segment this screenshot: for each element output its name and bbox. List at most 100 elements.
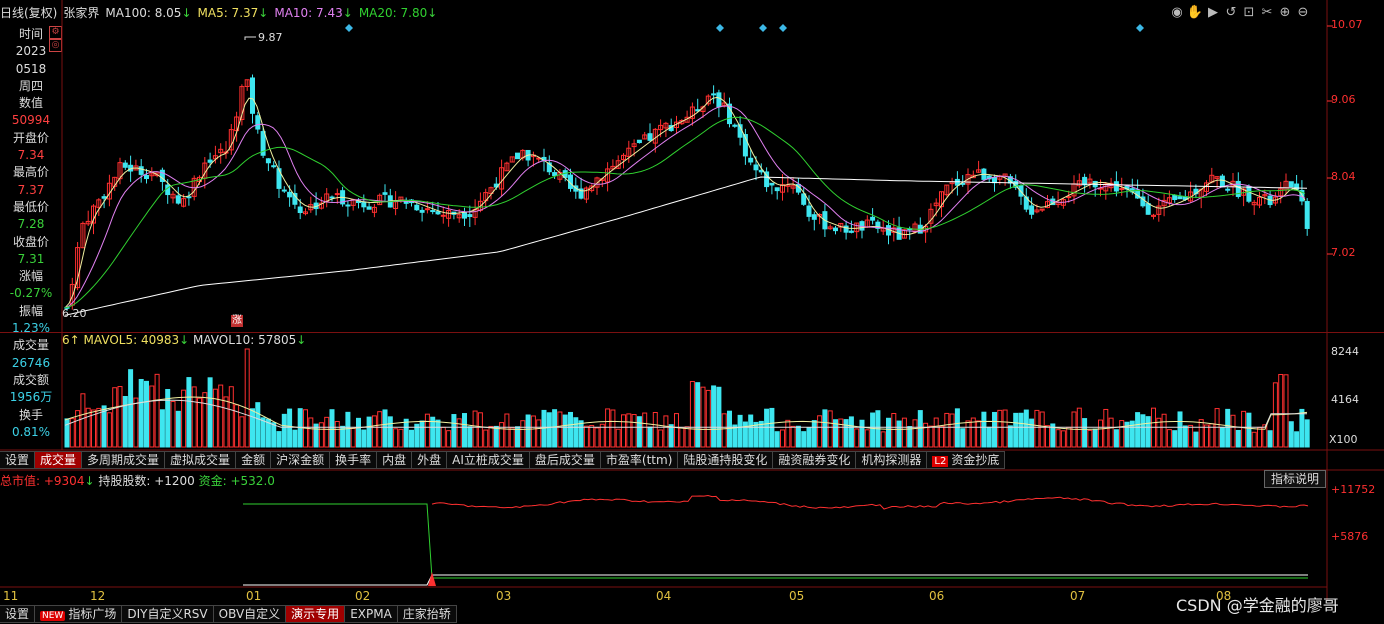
volume-bar [334,420,340,448]
volume-bar [64,418,70,448]
volume-bar [197,397,202,448]
volume-bar [700,386,706,448]
tab-0[interactable]: 设置 [0,605,36,623]
volume-bar [324,416,330,448]
candle-body [1029,205,1035,215]
month-label: 12 [90,589,106,603]
tab-15[interactable]: L2 资金抄底 [927,451,1006,469]
low-price-label: 6.20 [62,307,87,320]
month-label: 05 [789,589,805,603]
volume-bar [578,420,584,448]
main-chart[interactable] [0,0,1384,623]
tab-label: 陆股通持股变化 [683,453,768,467]
volume-bar [467,426,473,448]
tab-label: 资金抄底 [951,453,1000,467]
volume-bar [790,425,796,448]
volume-bar [880,431,886,448]
tab-5[interactable]: 沪深金额 [271,451,331,469]
tab-11[interactable]: 市盈率(ttm) [600,451,679,469]
volume-bar [1098,419,1103,448]
badge: NEW [40,611,66,621]
volume-bar [212,388,218,448]
tab-1[interactable]: 成交量 [35,451,83,469]
volume-bar [1034,409,1040,448]
volume-bar [695,382,701,448]
tab-label: 设置 [5,453,30,467]
volume-bar [822,409,828,448]
tab-3[interactable]: 虚拟成交量 [165,451,237,469]
signal-diamond [716,24,724,32]
candle-body [467,214,473,218]
tab-label: 市盈率(ttm) [605,453,673,467]
volume-bar [462,413,467,448]
volume-bar [626,413,632,448]
tab-13[interactable]: 融资融券变化 [773,451,857,469]
volume-bar [848,416,854,448]
tab-4[interactable]: 演示专用 [286,605,346,623]
watermark: CSDN @学金融的廖哥 [1176,596,1339,615]
indicator-explain-button[interactable]: 指标说明 [1264,470,1327,488]
volume-bar [1225,408,1231,448]
volume-bar [1055,429,1061,448]
candle-body [435,211,441,215]
volume-bar [557,411,563,448]
month-label: 06 [929,589,945,603]
volume-bar [149,385,155,448]
tab-2[interactable]: DIY自定义RSV [122,605,214,623]
tab-1[interactable]: NEW 指标广场 [35,605,123,623]
tab-3[interactable]: OBV自定义 [213,605,287,623]
price-axis-tick: 8.04 [1331,170,1356,183]
tab-2[interactable]: 多周期成交量 [82,451,166,469]
volume-bar [721,413,727,448]
candle-body [1113,181,1119,192]
volume-bar [594,427,600,448]
volume-bar [1172,430,1178,448]
shares-readout: 持股股数: +1200 [98,474,195,488]
volume-bar [589,425,595,448]
lower-axis-tick: +11752 [1331,483,1376,496]
limit-up-mark: 涨 [231,315,243,327]
candle-body [1177,196,1183,200]
month-label: 04 [656,589,672,603]
tab-7[interactable]: 内盘 [377,451,413,469]
tab-label: 盘后成交量 [534,453,595,467]
volume-bar [440,426,446,448]
tab-label: 换手率 [335,453,372,467]
candle-body [345,204,351,207]
signal-diamond [759,24,767,32]
candle-body [1304,201,1310,229]
volume-bar [159,409,165,448]
volume-bar [202,392,208,448]
tab-9[interactable]: AI立桩成交量 [447,451,530,469]
high-price-label: 9.87 [258,31,283,44]
tab-12[interactable]: 陆股通持股变化 [678,451,774,469]
tab-6[interactable]: 换手率 [330,451,378,469]
volume-bar [281,413,287,448]
tab-4[interactable]: 金额 [236,451,272,469]
volume-bar [472,410,478,448]
candle-body [144,174,149,180]
badge: L2 [932,456,949,467]
volume-bar [864,429,870,448]
volume-bar [451,414,457,448]
tab-6[interactable]: 庄家抬轿 [397,605,457,623]
volume-bar [1087,429,1093,448]
tab-8[interactable]: 外盘 [412,451,448,469]
tab-14[interactable]: 机构探测器 [856,451,928,469]
volume-bar [997,409,1003,448]
tab-label: 金额 [241,453,266,467]
volume-bar [96,407,102,448]
candle-body [636,139,642,144]
volume-bar [1140,414,1146,448]
volume-bar [891,412,897,448]
volume-bar [758,420,764,448]
tab-5[interactable]: EXPMA [345,605,398,623]
candle-body [138,166,144,175]
tab-10[interactable]: 盘后成交量 [529,451,601,469]
tab-0[interactable]: 设置 [0,451,36,469]
volume-bar [1262,424,1268,448]
candle-body [992,177,997,184]
volume-bar [117,386,123,448]
volume-bar [493,425,499,448]
volume-bar [907,426,913,448]
